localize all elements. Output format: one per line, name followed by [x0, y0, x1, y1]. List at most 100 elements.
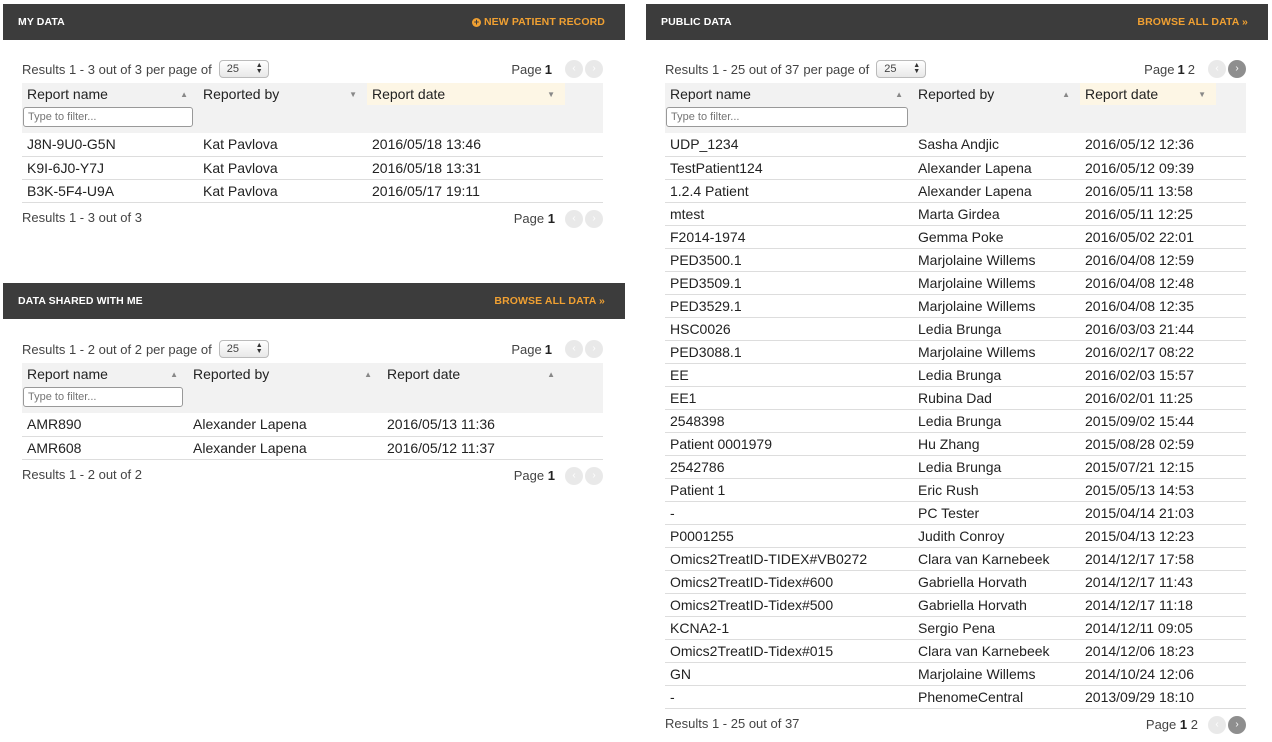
results-count: Results 1 - 2 out of 2: [22, 466, 142, 482]
results-count: Results 1 - 3 out of 3: [22, 209, 142, 225]
page-link-1[interactable]: 1: [548, 211, 555, 226]
sort-asc-icon: ▲: [170, 370, 178, 379]
browse-all-data-link[interactable]: BROWSE ALL DATA »: [494, 295, 605, 307]
pager: Results 1 - 3 out of 3 per page of 25 ▲ ▼…: [22, 57, 603, 79]
col-report-name[interactable]: Report name ▲: [22, 83, 198, 105]
page-link-1[interactable]: 1: [548, 468, 555, 483]
browse-all-data-link[interactable]: BROWSE ALL DATA »: [1137, 16, 1248, 28]
next-page-icon[interactable]: ›: [1228, 715, 1246, 734]
table-row[interactable]: Omics2TreatID-TIDEX#VB0272 Clara van Karn…: [665, 547, 1246, 571]
page-link-2[interactable]: 2: [1188, 62, 1195, 77]
table-row[interactable]: PED3529.1 Marjolaine Willems 2016/04/08 12…: [665, 294, 1246, 318]
sort-asc-icon: ▲: [895, 90, 903, 99]
page-link-1[interactable]: 1: [545, 62, 552, 77]
table-row[interactable]: EE Ledia Brunga 2016/02/03 15:57: [665, 363, 1246, 387]
page-label: Page: [1144, 61, 1175, 77]
table-row[interactable]: 1.2.4 Patient Alexander Lapena 2016/05/11 …: [665, 179, 1246, 203]
table-row[interactable]: Patient 0001979 Hu Zhang 2015/08/28 02:59: [665, 432, 1246, 456]
table-row[interactable]: K9I-6J0-Y7J Kat Pavlova 2016/05/18 13:31: [22, 156, 603, 180]
pager: Results 1 - 25 out of 37 per page of 25 …: [665, 57, 1246, 79]
pager-footer: Results 1 - 25 out of 37 Page 1 2 ‹ ›: [665, 714, 1246, 734]
table-row[interactable]: mtest Marta Girdea 2016/05/11 12:25: [665, 202, 1246, 226]
col-report-name[interactable]: Report name ▲: [665, 83, 913, 105]
table-row[interactable]: Omics2TreatID-Tidex#500 Gabriella Horvath…: [665, 593, 1246, 617]
prev-page-icon[interactable]: ‹: [1208, 715, 1226, 734]
table-row[interactable]: TestPatient124 Alexander Lapena 2016/05/12…: [665, 156, 1246, 180]
table-row[interactable]: AMR890 Alexander Lapena 2016/05/13 11:36: [22, 413, 603, 437]
page-link-1[interactable]: 1: [1180, 717, 1187, 732]
table-row[interactable]: Patient 1 Eric Rush 2015/05/13 14:53: [665, 478, 1246, 502]
my-data-panel: MY DATA + NEW PATIENT RECORD Results 1 -…: [3, 4, 625, 228]
table-row[interactable]: GN Marjolaine Willems 2014/10/24 12:06: [665, 662, 1246, 686]
per-page-select[interactable]: 25 ▲ ▼: [218, 340, 269, 358]
table-row[interactable]: PED3509.1 Marjolaine Willems 2016/04/08 12…: [665, 271, 1246, 295]
per-page-label: per page of: [803, 61, 870, 77]
prev-page-icon[interactable]: ‹: [565, 466, 583, 485]
results-count: Results 1 - 2 out of 2: [22, 341, 142, 357]
results-count: Results 1 - 25 out of 37: [665, 61, 800, 77]
sort-desc-icon: ▼: [1198, 90, 1206, 99]
next-page-icon[interactable]: ›: [585, 60, 603, 78]
new-patient-record-link[interactable]: + NEW PATIENT RECORD: [472, 16, 605, 28]
table-row[interactable]: UDP_1234 Sasha Andjic 2016/05/12 12:36: [665, 133, 1246, 157]
page-link-1[interactable]: 1: [1178, 62, 1185, 77]
sort-asc-icon: ▲: [1062, 90, 1070, 99]
filter-input[interactable]: [23, 387, 183, 407]
col-reported-by[interactable]: Reported by ▲: [188, 363, 382, 385]
select-arrows-icon: ▲ ▼: [255, 62, 263, 75]
prev-page-icon[interactable]: ‹: [1208, 60, 1226, 78]
table-row[interactable]: EE1 Rubina Dad 2016/02/01 11:25: [665, 386, 1246, 410]
sort-desc-icon: ▼: [349, 90, 357, 99]
table-row[interactable]: PED3088.1 Marjolaine Willems 2016/02/17 08…: [665, 340, 1246, 364]
table-row[interactable]: P0001255 Judith Conroy 2015/04/13 12:23: [665, 524, 1246, 548]
per-page-label: per page of: [145, 341, 212, 357]
public-data-table: Report name▲ Reported by▲ Report date▼ U…: [665, 83, 1246, 709]
plus-circle-icon: +: [472, 16, 481, 27]
pager: Results 1 - 2 out of 2 per page of 25 ▲ ▼…: [22, 337, 603, 359]
per-page-select[interactable]: 25 ▲ ▼: [218, 60, 269, 78]
table-row[interactable]: HSC0026 Ledia Brunga 2016/03/03 21:44: [665, 317, 1246, 341]
filter-input[interactable]: [666, 107, 908, 127]
sort-desc-icon: ▼: [547, 90, 555, 99]
table-row[interactable]: B3K-5F4-U9A Kat Pavlova 2016/05/17 19:11: [22, 179, 603, 203]
col-reported-by[interactable]: Reported by ▼: [198, 83, 367, 105]
col-report-date[interactable]: Report date ▼: [367, 83, 565, 105]
shared-data-table: Report name▲ Reported by▲ Report date▲ A…: [22, 363, 603, 460]
sort-asc-icon: ▲: [547, 370, 555, 379]
table-row[interactable]: 2548398 Ledia Brunga 2015/09/02 15:44: [665, 409, 1246, 433]
table-row[interactable]: PED3500.1 Marjolaine Willems 2016/04/08 12…: [665, 248, 1246, 272]
next-page-icon[interactable]: ›: [1228, 60, 1246, 78]
next-page-icon[interactable]: ›: [585, 466, 603, 485]
page-link-1[interactable]: 1: [545, 342, 552, 357]
col-report-date[interactable]: Report date ▼: [1080, 83, 1216, 105]
table-row[interactable]: AMR608 Alexander Lapena 2016/05/12 11:37: [22, 436, 603, 460]
table-row[interactable]: Omics2TreatID-Tidex#015 Clara van Karnebe…: [665, 639, 1246, 663]
page-label: Page: [511, 341, 542, 357]
sort-asc-icon: ▲: [364, 370, 372, 379]
table-row[interactable]: KCNA2-1 Sergio Pena 2014/12/11 09:05: [665, 616, 1246, 640]
table-row[interactable]: 2542786 Ledia Brunga 2015/07/21 12:15: [665, 455, 1246, 479]
prev-page-icon[interactable]: ‹: [565, 340, 583, 358]
per-page-label: per page of: [145, 61, 212, 77]
page-link-2[interactable]: 2: [1191, 717, 1198, 732]
next-page-icon[interactable]: ›: [585, 209, 603, 228]
prev-page-icon[interactable]: ‹: [565, 60, 583, 78]
col-reported-by[interactable]: Reported by ▲: [913, 83, 1080, 105]
my-data-header: MY DATA + NEW PATIENT RECORD: [3, 4, 625, 40]
table-row[interactable]: Omics2TreatID-Tidex#600 Gabriella Horvath…: [665, 570, 1246, 594]
per-page-select[interactable]: 25 ▲ ▼: [876, 60, 927, 78]
col-report-date[interactable]: Report date ▲: [382, 363, 565, 385]
next-page-icon[interactable]: ›: [585, 340, 603, 358]
table-row[interactable]: - PhenomeCentral 2013/09/29 18:10: [665, 685, 1246, 709]
page-label: Page: [511, 61, 542, 77]
table-row[interactable]: - PC Tester 2015/04/14 21:03: [665, 501, 1246, 525]
table-row[interactable]: F2014-1974 Gemma Poke 2016/05/02 22:01: [665, 225, 1246, 249]
sort-asc-icon: ▲: [180, 90, 188, 99]
results-count: Results 1 - 25 out of 37: [665, 715, 800, 731]
panel-title: MY DATA: [18, 16, 65, 28]
table-row[interactable]: J8N-9U0-G5N Kat Pavlova 2016/05/18 13:46: [22, 133, 603, 157]
col-report-name[interactable]: Report name ▲: [22, 363, 188, 385]
prev-page-icon[interactable]: ‹: [565, 209, 583, 228]
filter-input[interactable]: [23, 107, 193, 127]
panel-title: DATA SHARED WITH ME: [18, 295, 143, 307]
